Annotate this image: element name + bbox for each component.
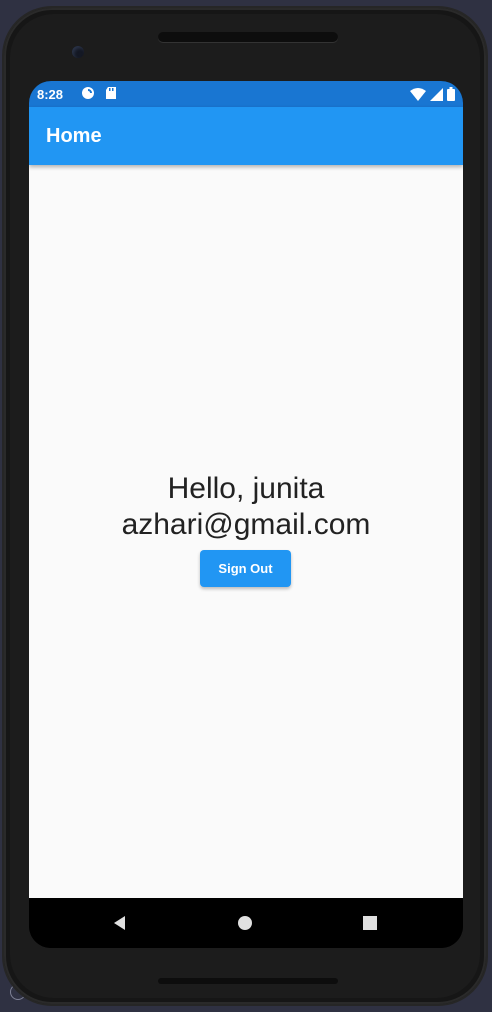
earpiece-speaker — [158, 32, 338, 42]
recents-icon — [363, 916, 377, 930]
home-button[interactable] — [232, 910, 258, 936]
device-screen: 8:28 Home Hello, junita azhari@gmail.com… — [29, 81, 463, 948]
recents-button[interactable] — [357, 910, 383, 936]
app-bar: Home — [29, 107, 463, 165]
sign-out-button[interactable]: Sign Out — [200, 550, 291, 587]
status-time: 8:28 — [37, 87, 64, 102]
greeting-line-1: Hello, junita — [167, 472, 325, 505]
status-bar: 8:28 — [29, 81, 463, 107]
front-camera-icon — [72, 46, 84, 58]
greeting-line-2: azhari@gmail.com — [121, 508, 371, 541]
wifi-icon — [410, 87, 426, 104]
navigation-bar — [29, 898, 463, 948]
sync-icon — [81, 86, 95, 103]
back-button[interactable] — [107, 910, 133, 936]
app-title: Home — [46, 125, 102, 147]
greeting-text: Hello, junita azhari@gmail.com — [29, 471, 463, 543]
signal-icon — [430, 87, 443, 104]
battery-icon — [447, 87, 455, 104]
home-body: Hello, junita azhari@gmail.com Sign Out — [29, 165, 463, 898]
back-icon — [114, 916, 125, 930]
sd-card-icon — [105, 86, 117, 103]
home-icon — [238, 916, 252, 930]
bottom-speaker — [158, 978, 338, 984]
